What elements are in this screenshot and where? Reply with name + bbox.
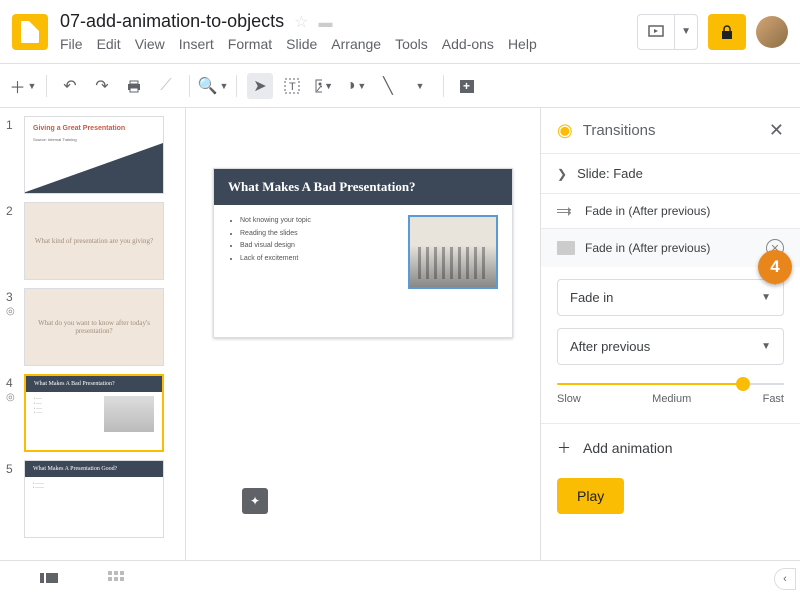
menu-insert[interactable]: Insert xyxy=(179,36,214,52)
svg-text:T: T xyxy=(289,81,296,93)
explore-button[interactable]: ✦ xyxy=(242,488,268,514)
menu-help[interactable]: Help xyxy=(508,36,537,52)
close-icon[interactable]: ✕ xyxy=(769,120,784,141)
menu-file[interactable]: File xyxy=(60,36,83,52)
connector-tool[interactable]: ▼ xyxy=(407,73,433,99)
new-slide-button[interactable]: ＋ ▼ xyxy=(10,73,36,99)
grid-view-icon[interactable] xyxy=(108,571,124,590)
zoom-button[interactable]: 🔍 ▼ xyxy=(200,73,226,99)
app-header: 07-add-animation-to-objects ☆ ▬ File Edi… xyxy=(0,0,800,64)
slide-canvas[interactable]: What Makes A Bad Presentation? Not knowi… xyxy=(213,168,513,338)
toolbar: ＋ ▼ ↶ ↷ ⟋ 🔍 ▼ ➤ T ▼ ◑ ▼ ╲ ▼ + xyxy=(0,64,800,108)
paint-format-button[interactable]: ⟋ xyxy=(153,73,179,99)
add-animation-button[interactable]: ＋ Add animation xyxy=(541,423,800,472)
slide-image-selected[interactable] xyxy=(408,215,498,289)
panel-title: Transitions xyxy=(583,122,759,139)
plus-icon: ＋ xyxy=(557,438,571,458)
star-icon[interactable]: ☆ xyxy=(294,12,308,32)
slide-bullets[interactable]: Not knowing your topic Reading the slide… xyxy=(228,215,396,289)
slide-thumb-4[interactable]: What Makes A Bad Presentation? • ——• ——•… xyxy=(24,374,164,452)
image-tool[interactable]: ▼ xyxy=(311,73,337,99)
share-button[interactable] xyxy=(708,14,746,50)
shape-tool[interactable]: ◑ ▼ xyxy=(343,73,369,99)
animation-indicator-icon: ◎ xyxy=(6,392,24,403)
slide-number: 5 xyxy=(6,460,24,538)
object-thumb-icon xyxy=(557,241,575,255)
slide-thumb-5[interactable]: What Makes A Presentation Good? • ———• —… xyxy=(24,460,164,538)
print-button[interactable] xyxy=(121,73,147,99)
fade-icon xyxy=(557,204,575,218)
slides-logo[interactable] xyxy=(12,14,48,50)
play-button[interactable]: Play xyxy=(557,478,624,514)
chevron-down-icon: ▼ xyxy=(761,341,771,352)
present-dropdown-icon[interactable]: ▼ xyxy=(675,26,697,37)
bottom-bar xyxy=(0,560,800,600)
comment-tool[interactable]: + xyxy=(454,73,480,99)
textbox-tool[interactable]: T xyxy=(279,73,305,99)
slide-number: 3◎ xyxy=(6,288,24,366)
redo-button[interactable]: ↷ xyxy=(89,73,115,99)
slide-number: 4◎ xyxy=(6,374,24,452)
slide-thumb-3[interactable]: What do you want to know after today's p… xyxy=(24,288,164,366)
folder-icon[interactable]: ▬ xyxy=(318,14,332,30)
transitions-panel: 4 ◉ Transitions ✕ ❯ Slide: Fade Fade in … xyxy=(540,108,800,560)
animation-type-select[interactable]: Fade in ▼ xyxy=(557,279,784,316)
slide-thumb-2[interactable]: What kind of presentation are you giving… xyxy=(24,202,164,280)
present-button[interactable]: ▼ xyxy=(637,14,698,50)
callout-marker: 4 xyxy=(758,250,792,284)
present-icon xyxy=(648,25,664,39)
animation-indicator-icon: ◎ xyxy=(6,306,24,317)
animation-row-1[interactable]: Fade in (After previous) xyxy=(541,193,800,228)
menu-tools[interactable]: Tools xyxy=(395,36,428,52)
select-tool[interactable]: ➤ xyxy=(247,73,273,99)
doc-title[interactable]: 07-add-animation-to-objects xyxy=(60,11,284,32)
slide-number: 1 xyxy=(6,116,24,194)
transitions-icon: ◉ xyxy=(557,120,573,141)
canvas-area[interactable]: What Makes A Bad Presentation? Not knowi… xyxy=(186,108,540,560)
svg-text:+: + xyxy=(463,79,470,93)
slide-thumb-1[interactable]: Giving a Great Presentation Source: Inte… xyxy=(24,116,164,194)
chevron-down-icon: ▼ xyxy=(761,292,771,303)
avatar[interactable] xyxy=(756,16,788,48)
menu-format[interactable]: Format xyxy=(228,36,272,52)
speed-slider[interactable] xyxy=(557,383,784,385)
menu-edit[interactable]: Edit xyxy=(97,36,121,52)
menu-arrange[interactable]: Arrange xyxy=(331,36,381,52)
undo-button[interactable]: ↶ xyxy=(57,73,83,99)
slide-number: 2 xyxy=(6,202,24,280)
slide-transition-row[interactable]: ❯ Slide: Fade xyxy=(541,153,800,193)
slider-thumb[interactable] xyxy=(736,377,750,391)
slide-title[interactable]: What Makes A Bad Presentation? xyxy=(214,169,512,205)
chevron-right-icon: ❯ xyxy=(557,167,567,181)
menu-bar: File Edit View Insert Format Slide Arran… xyxy=(60,36,637,52)
filmstrip[interactable]: 1 Giving a Great Presentation Source: In… xyxy=(0,108,186,560)
collapse-sidebar-button[interactable]: ‹ xyxy=(774,568,796,590)
menu-slide[interactable]: Slide xyxy=(286,36,317,52)
menu-addons[interactable]: Add-ons xyxy=(442,36,494,52)
line-tool[interactable]: ╲ xyxy=(375,73,401,99)
filmstrip-view-icon[interactable] xyxy=(40,571,58,590)
menu-view[interactable]: View xyxy=(135,36,165,52)
lock-icon xyxy=(718,24,736,40)
animation-start-select[interactable]: After previous ▼ xyxy=(557,328,784,365)
